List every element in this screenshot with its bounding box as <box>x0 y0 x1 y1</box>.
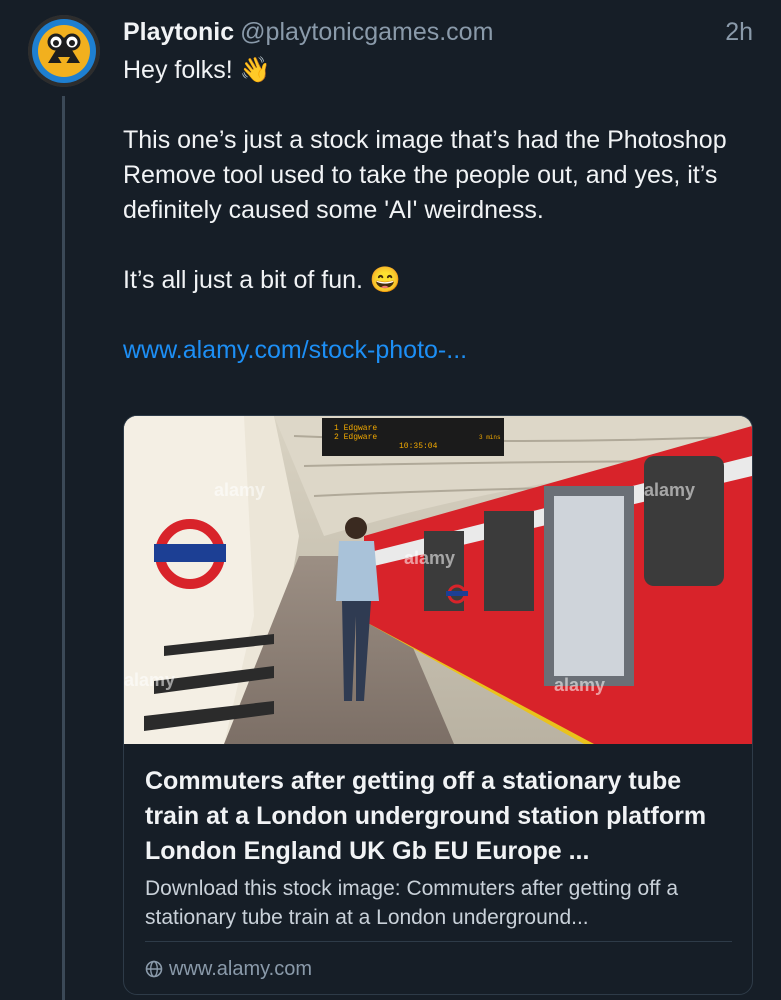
tube-station-photo: 1 Edgware 2 Edgware 10:35:04 3 mins alam… <box>124 416 752 744</box>
card-description: Download this stock image: Commuters aft… <box>145 877 679 929</box>
card-divider <box>145 941 732 942</box>
watermark: alamy <box>404 548 455 568</box>
card-body: Commuters after getting off a stationary… <box>145 764 732 932</box>
post-text: Hey folks! 👋 This one’s just a stock ima… <box>123 53 753 368</box>
post-greeting: Hey folks! 👋 <box>123 56 271 84</box>
card-title[interactable]: Commuters after getting off a stationary… <box>145 764 732 869</box>
playtonic-logo <box>28 15 100 87</box>
card-image[interactable]: 1 Edgware 2 Edgware 10:35:04 3 mins alam… <box>124 416 752 744</box>
board-line-2: 2 Edgware <box>334 433 377 442</box>
post-body-closing: It’s all just a bit of fun. 😄 <box>123 266 402 294</box>
board-mins: 3 mins <box>479 434 501 441</box>
card-domain[interactable]: www.alamy.com <box>145 954 312 984</box>
thread-line <box>62 96 65 1000</box>
post-link[interactable]: www.alamy.com/stock-photo-... <box>123 336 467 364</box>
board-time: 10:35:04 <box>399 442 438 451</box>
post-timestamp[interactable]: 2h <box>725 14 753 50</box>
link-preview-card[interactable]: 1 Edgware 2 Edgware 10:35:04 3 mins alam… <box>123 415 753 995</box>
post-body-paragraph: This one’s just a stock image that’s had… <box>123 126 727 224</box>
post-header: Playtonic @playtonicgames.com 2h <box>123 14 753 50</box>
author-handle[interactable]: @playtonicgames.com <box>240 18 493 46</box>
author-name[interactable]: Playtonic <box>123 18 234 46</box>
card-domain-text: www.alamy.com <box>169 958 312 980</box>
avatar[interactable] <box>28 15 100 87</box>
watermark: alamy <box>124 670 175 690</box>
watermark: alamy <box>644 480 695 500</box>
globe-icon <box>145 960 163 978</box>
board-line-1: 1 Edgware <box>334 424 377 433</box>
watermark: alamy <box>554 675 605 695</box>
watermark: alamy <box>214 480 265 500</box>
